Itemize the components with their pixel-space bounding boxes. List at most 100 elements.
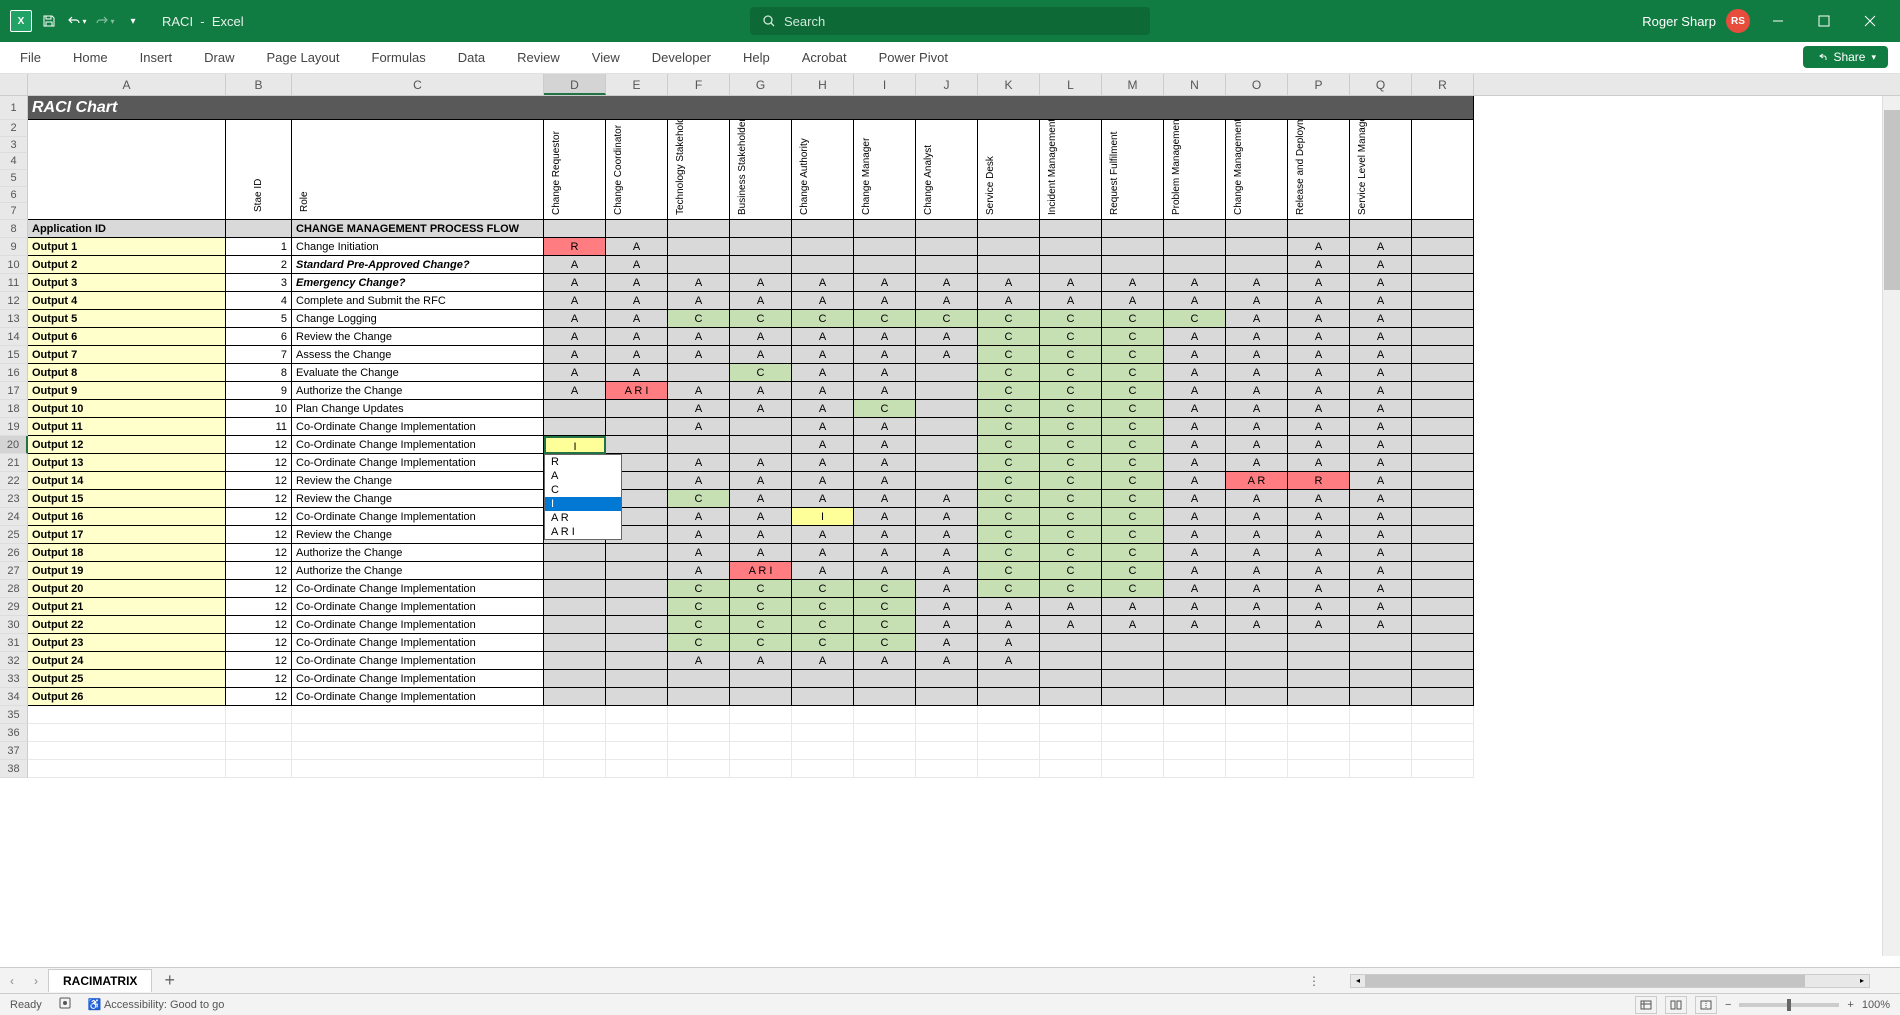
- cell[interactable]: Co-Ordinate Change Implementation: [292, 598, 544, 616]
- cell[interactable]: C: [668, 616, 730, 634]
- cell[interactable]: [1412, 562, 1474, 580]
- cell[interactable]: [1102, 238, 1164, 256]
- cell[interactable]: [544, 706, 606, 724]
- cell[interactable]: [1226, 742, 1288, 760]
- cell[interactable]: 8: [226, 364, 292, 382]
- cell[interactable]: A: [916, 616, 978, 634]
- cell[interactable]: [28, 742, 226, 760]
- cell[interactable]: Release and Deployment: [1288, 120, 1350, 220]
- cell[interactable]: A: [1288, 346, 1350, 364]
- cell[interactable]: A: [1226, 346, 1288, 364]
- row-header-17[interactable]: 17: [0, 382, 28, 400]
- cell[interactable]: A: [854, 652, 916, 670]
- cell[interactable]: [1226, 760, 1288, 778]
- cell[interactable]: Complete and Submit the RFC: [292, 292, 544, 310]
- cell[interactable]: A: [916, 652, 978, 670]
- cell[interactable]: [668, 760, 730, 778]
- cell[interactable]: [916, 706, 978, 724]
- cell[interactable]: C: [792, 634, 854, 652]
- cell[interactable]: C: [1102, 454, 1164, 472]
- cell[interactable]: C: [978, 310, 1040, 328]
- cell[interactable]: Plan Change Updates: [292, 400, 544, 418]
- cell[interactable]: A: [916, 562, 978, 580]
- cell[interactable]: A: [606, 256, 668, 274]
- horizontal-scrollbar[interactable]: ◂ ▸: [1350, 974, 1870, 988]
- cell[interactable]: [1040, 724, 1102, 742]
- dropdown-item[interactable]: C: [545, 483, 621, 497]
- cell[interactable]: [544, 742, 606, 760]
- accessibility-status[interactable]: ♿ Accessibility: Good to go: [88, 998, 225, 1011]
- cell[interactable]: C: [792, 616, 854, 634]
- cell[interactable]: [1412, 580, 1474, 598]
- cell[interactable]: C: [978, 580, 1040, 598]
- cell[interactable]: [978, 760, 1040, 778]
- cell[interactable]: C: [1102, 418, 1164, 436]
- cell[interactable]: A: [1288, 400, 1350, 418]
- cell[interactable]: Output 6: [28, 328, 226, 346]
- cell[interactable]: [1412, 310, 1474, 328]
- cell[interactable]: A: [1040, 292, 1102, 310]
- col-header-K[interactable]: K: [978, 74, 1040, 95]
- cell[interactable]: [544, 688, 606, 706]
- cell[interactable]: [730, 220, 792, 238]
- cell[interactable]: C: [1102, 382, 1164, 400]
- cell[interactable]: A: [668, 652, 730, 670]
- cell[interactable]: A: [792, 364, 854, 382]
- cell[interactable]: [1040, 634, 1102, 652]
- cell[interactable]: [1412, 220, 1474, 238]
- cell[interactable]: [792, 256, 854, 274]
- cell[interactable]: [1040, 706, 1102, 724]
- cell[interactable]: [1412, 508, 1474, 526]
- cell[interactable]: [668, 670, 730, 688]
- row-header-8[interactable]: 8: [0, 220, 28, 238]
- cell[interactable]: Standard Pre-Approved Change?: [292, 256, 544, 274]
- cell[interactable]: A: [1350, 616, 1412, 634]
- cell[interactable]: [544, 544, 606, 562]
- cell[interactable]: [854, 670, 916, 688]
- cell[interactable]: [1102, 742, 1164, 760]
- row-header-23[interactable]: 23: [0, 490, 28, 508]
- cell[interactable]: A: [730, 292, 792, 310]
- cell[interactable]: [978, 742, 1040, 760]
- cell[interactable]: [978, 220, 1040, 238]
- cell[interactable]: C: [978, 436, 1040, 454]
- cell[interactable]: [730, 418, 792, 436]
- cell[interactable]: 5: [226, 310, 292, 328]
- cell[interactable]: [1412, 238, 1474, 256]
- cell[interactable]: A: [854, 364, 916, 382]
- cell[interactable]: A: [1350, 562, 1412, 580]
- cell[interactable]: [916, 688, 978, 706]
- cell[interactable]: [1226, 634, 1288, 652]
- search-input[interactable]: Search: [750, 7, 1150, 35]
- cell[interactable]: [1040, 760, 1102, 778]
- cell[interactable]: [792, 724, 854, 742]
- cell[interactable]: A: [1226, 508, 1288, 526]
- cell[interactable]: C: [1102, 472, 1164, 490]
- cell[interactable]: [1040, 742, 1102, 760]
- cell[interactable]: Output 25: [28, 670, 226, 688]
- cell[interactable]: 12: [226, 508, 292, 526]
- cell[interactable]: [606, 562, 668, 580]
- cell[interactable]: [226, 220, 292, 238]
- cell[interactable]: [916, 436, 978, 454]
- user-name[interactable]: Roger Sharp: [1642, 14, 1716, 29]
- cell[interactable]: Authorize the Change: [292, 382, 544, 400]
- cell[interactable]: [1412, 472, 1474, 490]
- cell[interactable]: Output 1: [28, 238, 226, 256]
- cell[interactable]: [1164, 688, 1226, 706]
- cell[interactable]: A: [1226, 274, 1288, 292]
- cell[interactable]: [292, 742, 544, 760]
- cell[interactable]: C: [1040, 346, 1102, 364]
- cell[interactable]: Review the Change: [292, 526, 544, 544]
- cell[interactable]: [1350, 688, 1412, 706]
- cell[interactable]: A: [1164, 328, 1226, 346]
- cell[interactable]: [792, 238, 854, 256]
- cell[interactable]: A: [1288, 616, 1350, 634]
- cell[interactable]: C: [1040, 490, 1102, 508]
- dropdown-item[interactable]: A R: [545, 511, 621, 525]
- cell[interactable]: [1350, 220, 1412, 238]
- sheet-tab-active[interactable]: RACIMATRIX: [48, 969, 152, 992]
- cell[interactable]: [668, 688, 730, 706]
- cell[interactable]: [1164, 238, 1226, 256]
- cell[interactable]: [916, 364, 978, 382]
